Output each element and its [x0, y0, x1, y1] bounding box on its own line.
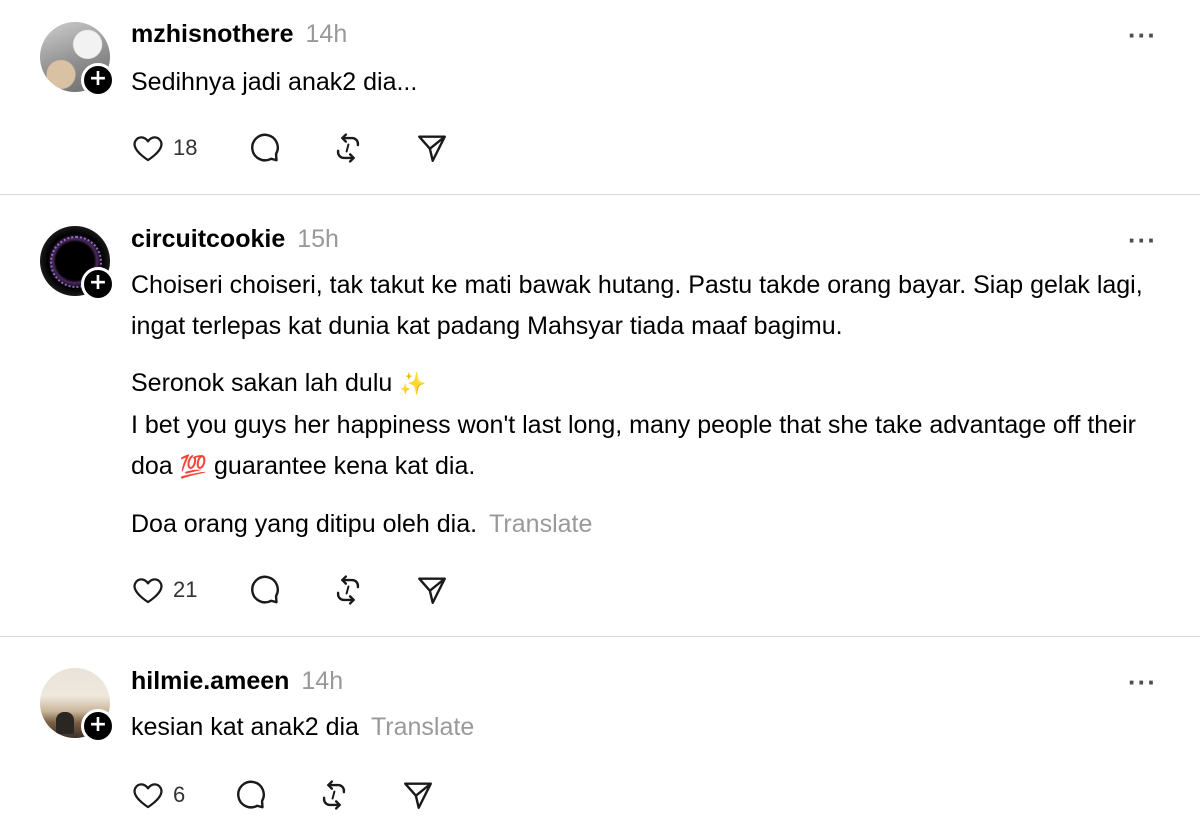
- post-paragraph: Choiseri choiseri, tak takut ke mati baw…: [131, 271, 1143, 340]
- post-header: mzhisnothere 14h: [131, 20, 347, 49]
- reply-button[interactable]: [247, 572, 281, 608]
- thread-feed: + mzhisnothere 14h ··· Sedihnya jadi ana…: [0, 0, 1200, 829]
- avatar-wrapper[interactable]: +: [40, 668, 115, 743]
- post-text: Choiseri choiseri, tak takut ke mati baw…: [131, 265, 1151, 545]
- post-divider: [0, 636, 1200, 637]
- reply-button[interactable]: [247, 130, 281, 166]
- more-options-icon[interactable]: ···: [1128, 227, 1157, 253]
- post-paragraph: Doa orang yang ditipu oleh dia. Translate: [131, 504, 1151, 545]
- like-button[interactable]: 18: [131, 130, 197, 166]
- more-options-icon[interactable]: ···: [1128, 669, 1157, 695]
- username[interactable]: mzhisnothere: [131, 20, 294, 49]
- repost-button[interactable]: [317, 777, 351, 813]
- share-button[interactable]: [415, 572, 449, 608]
- repost-icon: [336, 133, 360, 163]
- translate-link[interactable]: Translate: [371, 713, 474, 741]
- sparkles-icon: ✨: [399, 372, 427, 397]
- repost-icon: [336, 575, 360, 605]
- comment-icon: [251, 575, 279, 604]
- post-line: guarantee kena kat dia.: [214, 452, 476, 480]
- like-button[interactable]: 21: [131, 572, 197, 608]
- translate-link[interactable]: Translate: [489, 510, 592, 538]
- like-count: 18: [173, 135, 198, 160]
- send-icon: [418, 135, 446, 162]
- repost-button[interactable]: [331, 572, 365, 608]
- comment-icon: [237, 780, 265, 809]
- heart-icon: [133, 136, 163, 162]
- like-count: 6: [173, 782, 186, 807]
- hundred-points-icon: 💯: [179, 455, 208, 480]
- share-button[interactable]: [415, 130, 449, 166]
- share-button[interactable]: [401, 777, 435, 813]
- like-count: 21: [173, 577, 198, 602]
- username[interactable]: hilmie.ameen: [131, 667, 289, 696]
- post-divider: [0, 194, 1200, 195]
- post-line: Doa orang yang ditipu oleh dia.: [131, 510, 478, 538]
- timestamp[interactable]: 14h: [306, 20, 348, 49]
- repost-button[interactable]: [331, 130, 365, 166]
- timestamp[interactable]: 15h: [297, 225, 339, 254]
- heart-icon: [133, 578, 163, 604]
- comment-icon: [251, 133, 279, 162]
- follow-plus-icon[interactable]: +: [81, 709, 115, 743]
- follow-plus-icon[interactable]: +: [81, 267, 115, 301]
- like-button[interactable]: 6: [131, 777, 185, 813]
- more-options-icon[interactable]: ···: [1128, 22, 1157, 48]
- post-text: Sedihnya jadi anak2 dia...: [131, 62, 1151, 103]
- send-icon: [404, 782, 432, 809]
- post-line: kesian kat anak2 dia: [131, 713, 359, 741]
- post-paragraph: Seronok sakan lah dulu ✨ I bet you guys …: [131, 363, 1151, 488]
- avatar-wrapper[interactable]: +: [40, 226, 115, 301]
- heart-icon: [133, 783, 163, 809]
- post-header: hilmie.ameen 14h: [131, 667, 343, 696]
- follow-plus-icon[interactable]: +: [81, 63, 115, 97]
- send-icon: [418, 577, 446, 604]
- timestamp[interactable]: 14h: [301, 667, 343, 696]
- post-line: Seronok sakan lah dulu: [131, 369, 393, 397]
- post-paragraph: Sedihnya jadi anak2 dia...: [131, 68, 418, 96]
- post-header: circuitcookie 15h: [131, 225, 339, 254]
- post-paragraph: kesian kat anak2 dia Translate: [131, 707, 1151, 748]
- avatar-wrapper[interactable]: +: [40, 22, 115, 97]
- reply-button[interactable]: [233, 777, 267, 813]
- post-text: kesian kat anak2 dia Translate: [131, 707, 1151, 748]
- username[interactable]: circuitcookie: [131, 225, 285, 254]
- repost-icon: [322, 780, 346, 810]
